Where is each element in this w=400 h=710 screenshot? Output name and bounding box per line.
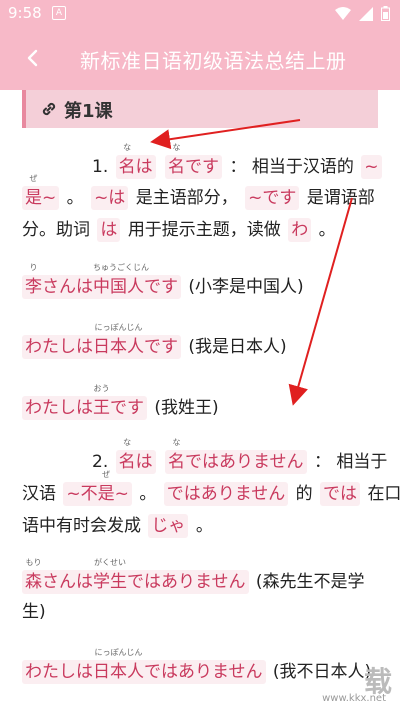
link-icon (42, 102, 56, 116)
s1-line1: 1. な名は な名です ： 相当于汉语的 ~ (92, 143, 384, 179)
text: 。 (318, 220, 336, 240)
s1-pattern-2: な名です (165, 143, 223, 179)
text: 。 (139, 484, 157, 504)
s1-hl-particle-ha: は (97, 218, 121, 242)
lesson-title: 第1课 (64, 101, 113, 122)
example-4-sentence: もり 森さんは がくせい 学生ではありません (22, 558, 249, 594)
example-4-translation-end: 生) (22, 602, 46, 622)
example-4-line2: 生) (22, 601, 46, 623)
example-3-sentence: わたしは おう 王です (22, 384, 147, 420)
s2-desc: ： 相当于 (313, 452, 388, 472)
lesson-header: 第1课 (22, 90, 378, 128)
example-3-translation: (我姓王) (154, 398, 219, 418)
example-2-sentence: わたしは にっぽんじん 日本人です (22, 323, 181, 359)
s1-pattern-1: な名は (115, 143, 156, 179)
battery-icon (381, 6, 390, 21)
s2-hl-dewaarimasen: ではありません (163, 482, 289, 506)
app-bar: 新标准日语初级语法总结上册 (0, 28, 400, 90)
example-3: わたしは おう 王です (我姓王) (22, 384, 219, 420)
s1-line3: 分。助词 は 用于提示主题，读做 わ 。 (22, 218, 336, 242)
s2-hl-fuze: ~不ぜ是~ (63, 470, 132, 506)
watermark-url: www.kkx.net (322, 693, 386, 704)
text: 用于提示主题，读做 (127, 220, 281, 240)
s2-hl-ja: じゃ (148, 514, 189, 538)
s2-pattern-1: な名は (115, 438, 156, 474)
example-4: もり 森さんは がくせい 学生ではありません (森先生不是学 (22, 558, 365, 594)
text: 在口 (367, 484, 400, 504)
example-1-sentence: り李さんは ちゅうごくじん 中国人です (22, 263, 181, 299)
text: 分。助词 (22, 220, 90, 240)
text: 是谓语部 (306, 188, 375, 208)
s2-pattern-2: な名ではありません (165, 438, 307, 474)
wifi-icon (335, 6, 351, 20)
example-2: わたしは にっぽんじん 日本人です (我是日本人) (22, 323, 287, 359)
text: 汉语 (22, 484, 56, 504)
s1-number: 1. (92, 157, 109, 177)
text: 语中有时会发成 (22, 516, 141, 536)
s2-line2: 汉语 ~不ぜ是~ 。 ではありません 的 では 在口 (22, 470, 400, 506)
s2-line1: 2. な名は な名ではありません ： 相当于 (92, 438, 388, 474)
example-2-translation: (我是日本人) (188, 337, 287, 357)
text: 。 (195, 516, 213, 536)
back-arrow-icon[interactable] (20, 45, 46, 71)
signal-icon (359, 6, 373, 21)
system-icons (335, 6, 390, 21)
example-5-sentence: わたしは にっぽんじん 日本人ではありません (22, 648, 266, 684)
status-bar: 9:58 A (0, 0, 400, 28)
text: 。 (66, 188, 84, 208)
example-1: り李さんは ちゅうごくじん 中国人です (小李是中国人) (22, 263, 304, 299)
text: 的 (295, 484, 313, 504)
s1-line2: ぜ是~ 。 ~は 是主语部分， ~です 是谓语部 (22, 174, 375, 210)
s1-hl-desu: ~です (245, 186, 300, 210)
s2-hl-dewa: では (320, 482, 361, 506)
watermark: 载 www.kkx.net (284, 660, 394, 704)
s1-hl-tilde: ~ (361, 155, 382, 179)
example-4-translation: (森先生不是学 (255, 572, 365, 592)
s1-hl-read-wa: わ (288, 218, 312, 242)
example-1-translation: (小李是中国人) (188, 277, 304, 297)
s1-hl-wa: ~は (91, 186, 129, 210)
s2-line3: 语中有时会发成 じゃ 。 (22, 514, 213, 538)
s1-hl-shi: ぜ是~ (22, 174, 60, 210)
page-title: 新标准日语初级语法总结上册 (80, 49, 347, 73)
notification-icon: A (52, 6, 66, 20)
status-time: 9:58 (8, 4, 42, 22)
s2-number: 2. (92, 452, 109, 472)
s1-desc: ： 相当于汉语的 (229, 157, 354, 177)
text: 是主语部分， (135, 188, 238, 208)
